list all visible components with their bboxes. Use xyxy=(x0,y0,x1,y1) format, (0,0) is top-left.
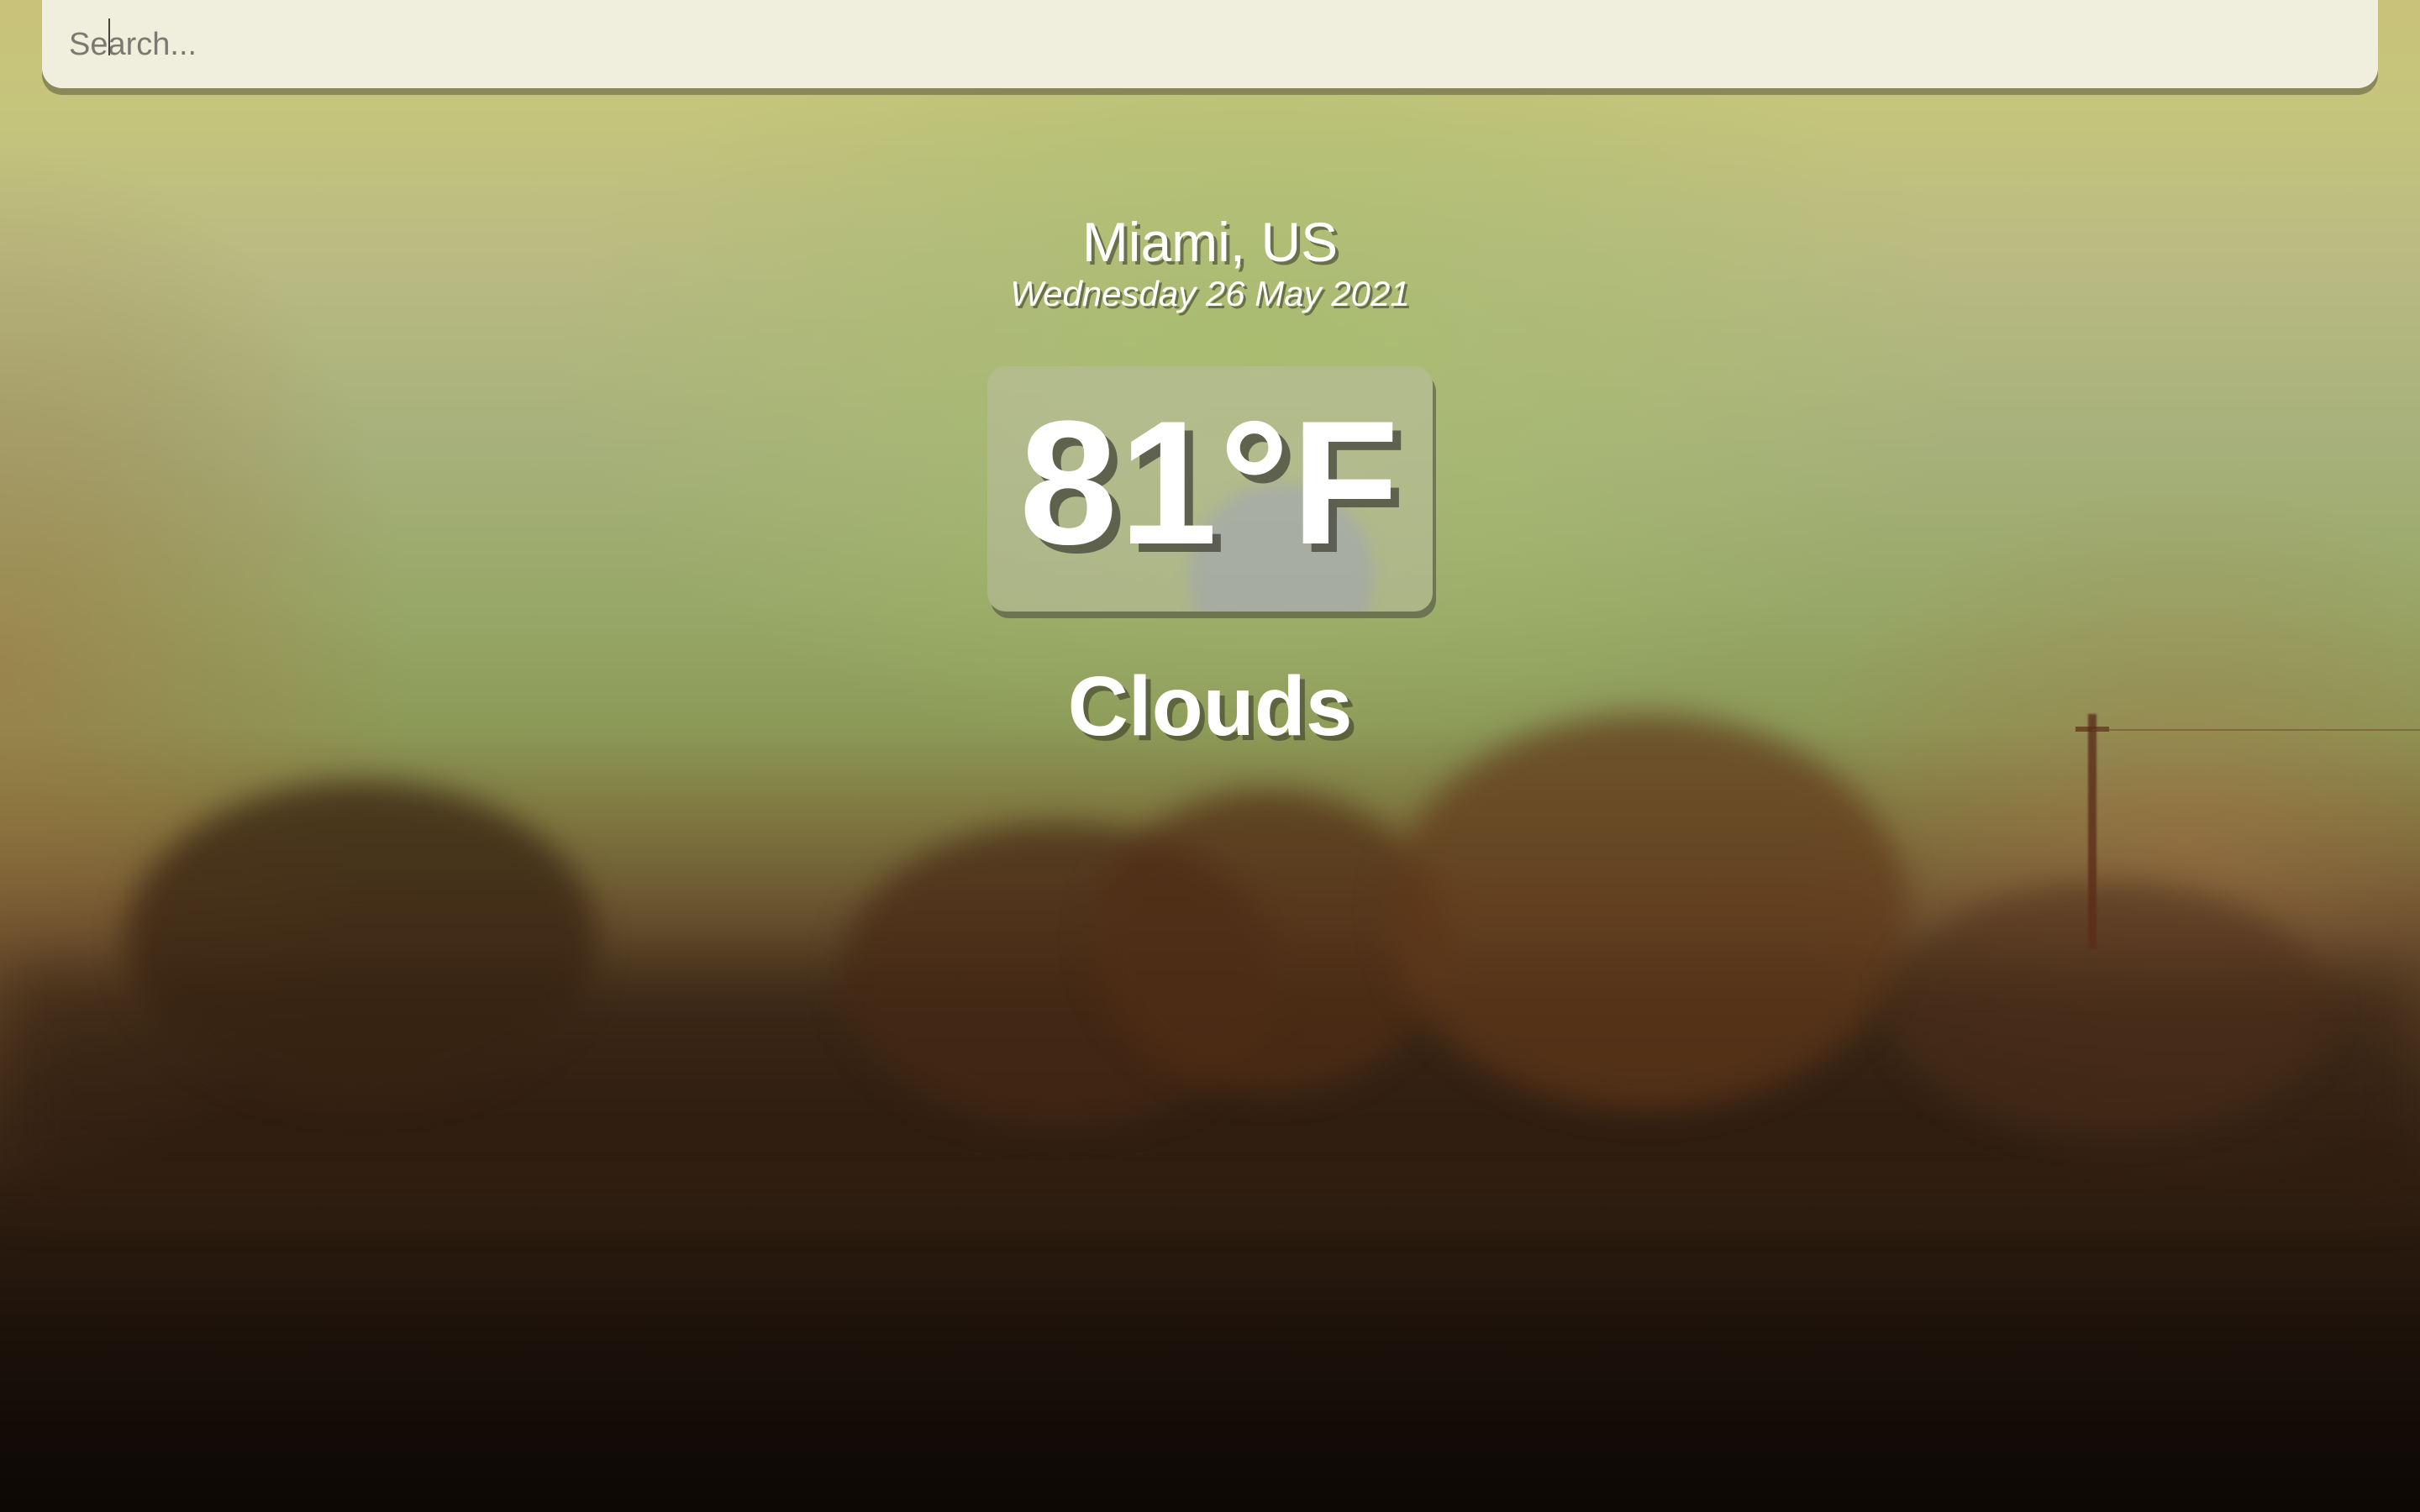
location-title: Miami, US xyxy=(1081,211,1339,273)
background-tree xyxy=(126,781,597,1100)
weather-app: Miami, US Wednesday 26 May 2021 81°F Clo… xyxy=(0,0,2420,1512)
temperature-value: 81°F xyxy=(1019,384,1401,581)
search-bar xyxy=(42,0,2378,88)
temperature-card: 81°F xyxy=(987,366,1433,612)
background-tree xyxy=(1386,714,1907,1109)
search-input[interactable] xyxy=(67,0,2353,88)
weather-condition: Clouds xyxy=(1067,659,1353,753)
background-tree xyxy=(1891,882,2328,1134)
text-caret xyxy=(108,18,110,55)
current-date: Wednesday 26 May 2021 xyxy=(1010,274,1410,313)
